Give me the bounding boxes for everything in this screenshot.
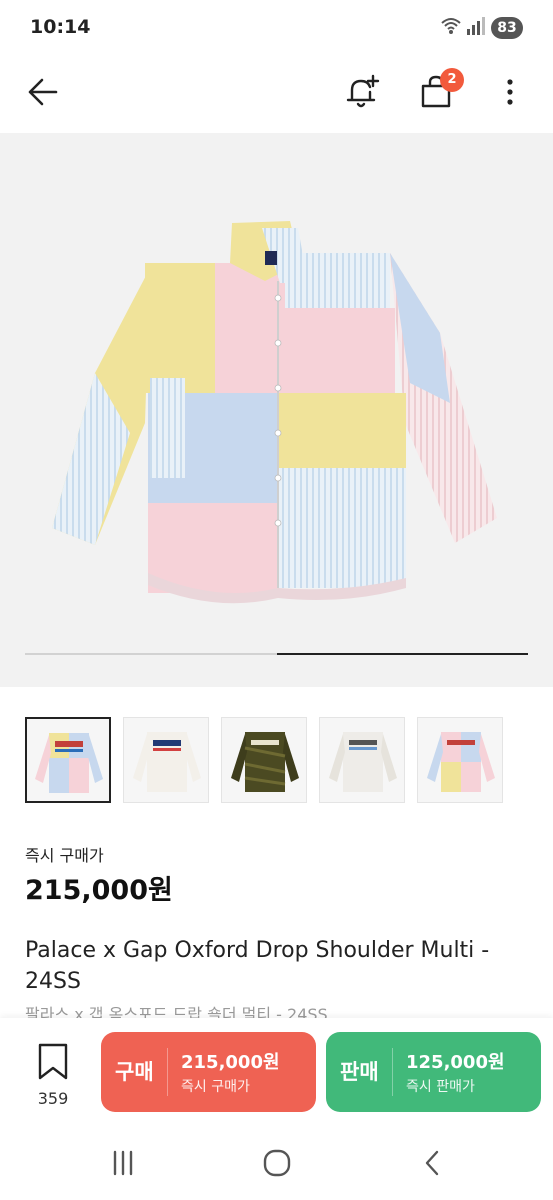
bell-plus-icon[interactable] (340, 70, 384, 114)
wishlist-count: 359 (37, 1089, 69, 1108)
product-image-gallery[interactable] (0, 133, 553, 687)
status-time: 10:14 (30, 16, 91, 38)
buy-button-sub: 즉시 구매가 (181, 1079, 250, 1095)
buy-button[interactable]: 구매 215,000원 즉시 구매가 (101, 1032, 316, 1112)
thumbnail-strip (25, 717, 503, 803)
signal-icon (467, 17, 485, 35)
thumbnail-5[interactable] (417, 717, 503, 803)
status-bar: 10:14 83 (0, 0, 553, 56)
bottom-action-bar: 359 구매 215,000원 즉시 구매가 판매 125,000원 즉시 판매… (0, 1018, 553, 1126)
thumbnail-4[interactable] (319, 717, 405, 803)
buy-button-label: 구매 (115, 1060, 154, 1084)
cart-count-badge: 2 (440, 68, 464, 92)
thumbnail-1[interactable] (25, 717, 111, 803)
wishlist-button[interactable]: 359 (28, 1042, 78, 1112)
nav-back-icon[interactable] (413, 1148, 453, 1178)
sell-button-divider (392, 1048, 393, 1096)
wifi-icon (441, 18, 461, 34)
bookmark-icon (38, 1043, 68, 1080)
product-title: Palace x Gap Oxford Drop Shoulder Multi … (25, 938, 490, 994)
buy-button-divider (167, 1048, 168, 1096)
gallery-progress (25, 653, 528, 655)
home-icon[interactable] (257, 1148, 297, 1178)
gallery-progress-fill (276, 653, 528, 655)
thumbnail-image (329, 732, 397, 792)
instant-buy-price: 215,000원 (25, 875, 173, 906)
sell-button[interactable]: 판매 125,000원 즉시 판매가 (326, 1032, 541, 1112)
thumbnail-image (231, 732, 299, 792)
recent-apps-icon[interactable] (103, 1148, 143, 1178)
more-vertical-icon[interactable] (494, 72, 526, 112)
sell-button-price: 125,000원 (406, 1052, 505, 1073)
app-bar: 2 (0, 56, 553, 132)
thumbnail-3[interactable] (221, 717, 307, 803)
thumbnail-image (133, 732, 201, 792)
sell-button-label: 판매 (340, 1060, 379, 1084)
sell-button-sub: 즉시 판매가 (406, 1079, 475, 1095)
arrow-left-icon[interactable] (22, 72, 62, 112)
thumbnail-image (427, 732, 495, 792)
battery-indicator: 83 (491, 17, 523, 39)
system-nav-bar (0, 1126, 553, 1200)
thumbnail-2[interactable] (123, 717, 209, 803)
instant-buy-price-label: 즉시 구매가 (25, 846, 104, 865)
product-image-shirt (52, 221, 497, 604)
thumbnail-image (35, 733, 103, 793)
buy-button-price: 215,000원 (181, 1052, 280, 1073)
